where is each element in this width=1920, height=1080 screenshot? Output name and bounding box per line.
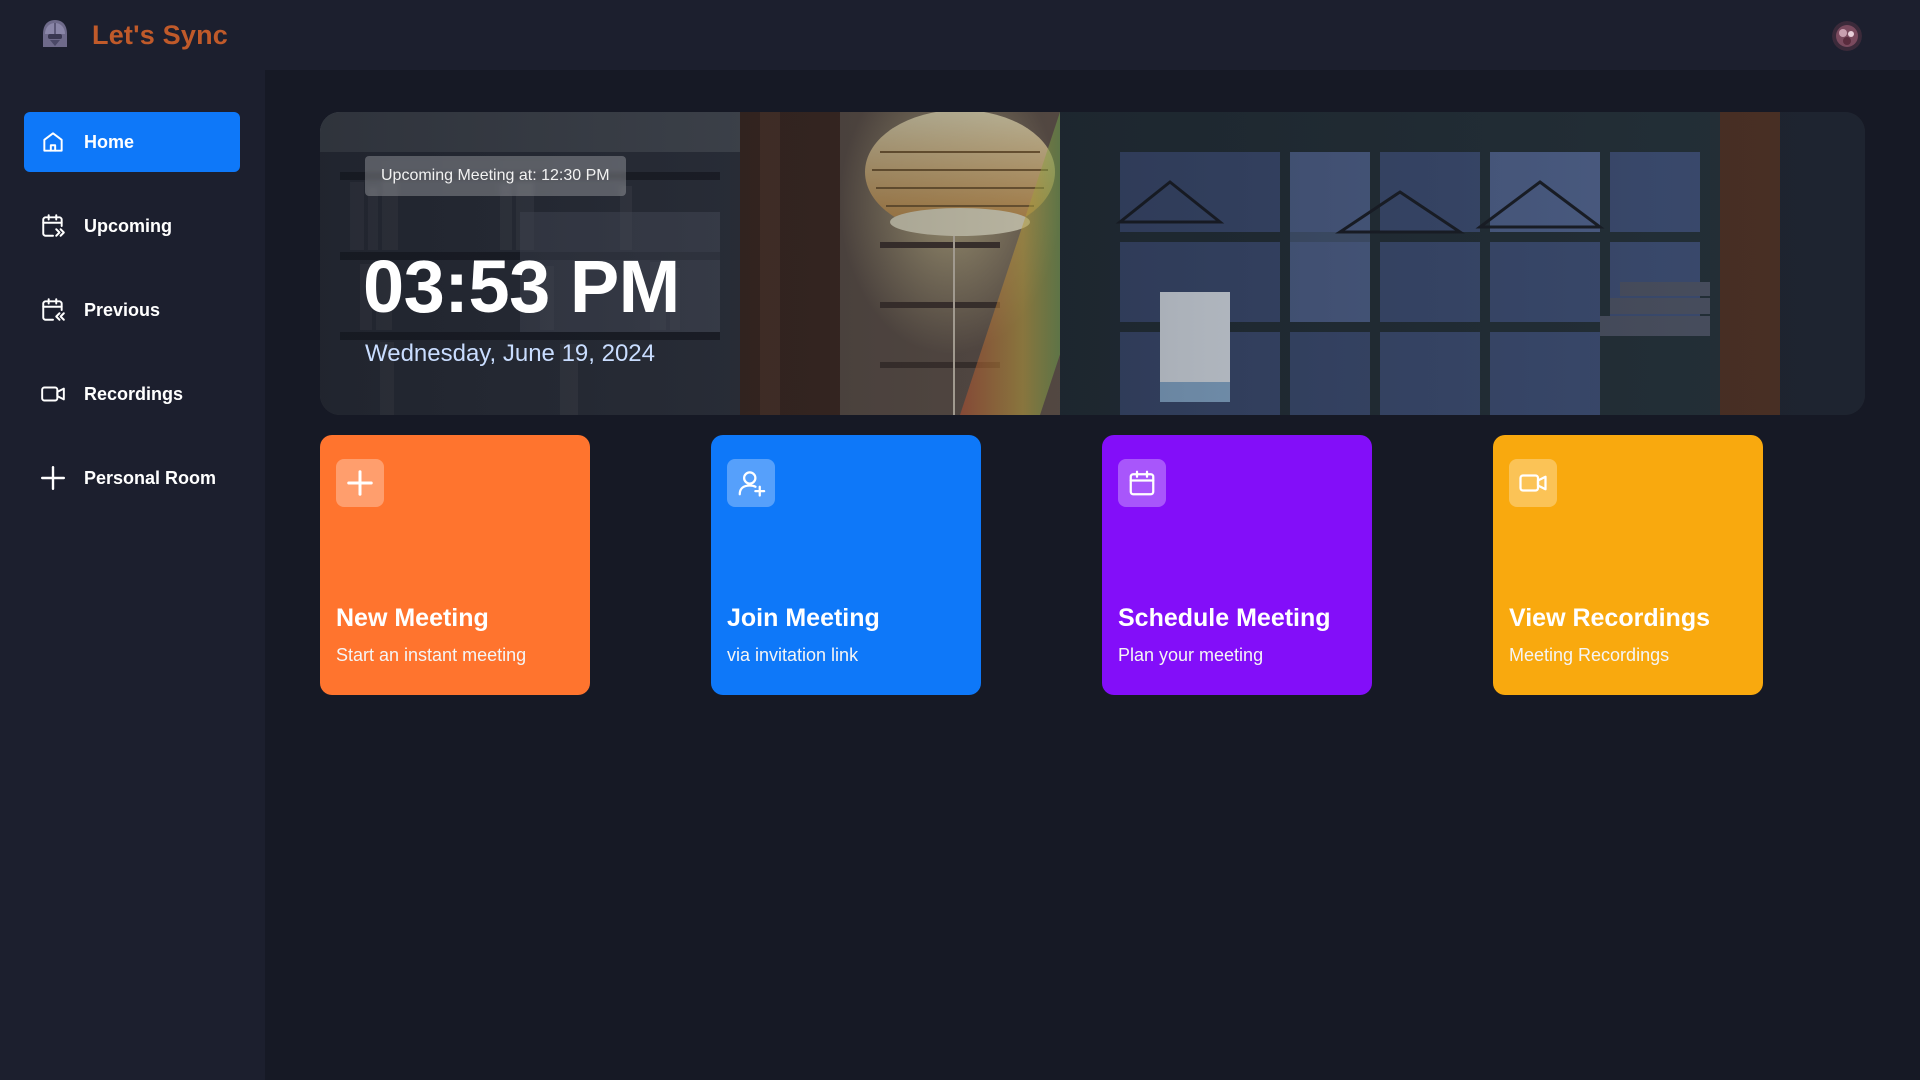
join-meeting-card[interactable]: Join Meeting via invitation link: [711, 435, 981, 695]
sidebar-item-recordings[interactable]: Recordings: [24, 364, 240, 424]
main-content: Upcoming Meeting at: 12:30 PM 03:53 PM W…: [265, 70, 1920, 1080]
video-icon: [1509, 459, 1557, 507]
sidebar-item-label: Previous: [84, 299, 161, 320]
calendar-previous-icon: [39, 296, 67, 324]
user-avatar-icon: [1832, 21, 1862, 51]
card-subtitle: Plan your meeting: [1118, 645, 1264, 665]
helmet-logo-icon: [43, 20, 67, 47]
sidebar-item-label: Upcoming: [84, 215, 172, 236]
view-recordings-card[interactable]: View Recordings Meeting Recordings: [1493, 435, 1763, 695]
calendar-upcoming-icon: [39, 212, 67, 240]
card-subtitle: Meeting Recordings: [1509, 645, 1670, 665]
user-avatar[interactable]: [1832, 21, 1862, 51]
sidebar-item-label: Recordings: [84, 383, 184, 404]
hero-banner: Upcoming Meeting at: 12:30 PM 03:53 PM W…: [320, 112, 1865, 415]
sidebar-item-upcoming[interactable]: Upcoming: [24, 196, 240, 256]
card-title: Schedule Meeting: [1118, 604, 1331, 632]
card-subtitle: via invitation link: [727, 645, 859, 665]
sidebar-item-home[interactable]: Home: [24, 112, 240, 172]
sidebar-item-label: Personal Room: [84, 467, 217, 488]
brand-name: Let's Sync: [92, 19, 228, 50]
current-date: Wednesday, June 19, 2024: [365, 340, 655, 367]
upcoming-meeting-badge: Upcoming Meeting at: 12:30 PM: [365, 156, 626, 196]
user-add-icon: [727, 459, 775, 507]
card-subtitle: Start an instant meeting: [336, 645, 527, 665]
sidebar-item-label: Home: [84, 131, 135, 152]
new-meeting-card[interactable]: New Meeting Start an instant meeting: [320, 435, 590, 695]
sidebar: Home Upcoming Previous Recordings Person…: [0, 70, 265, 1080]
card-title: View Recordings: [1509, 604, 1710, 632]
card-title: New Meeting: [336, 604, 489, 632]
calendar-icon: [1118, 459, 1166, 507]
sidebar-item-personal-room[interactable]: Personal Room: [24, 448, 240, 508]
plus-icon: [336, 459, 384, 507]
sidebar-item-previous[interactable]: Previous: [24, 280, 240, 340]
current-time: 03:53 PM: [363, 245, 680, 328]
top-navbar: Let's Sync: [0, 0, 1920, 70]
home-icon: [39, 128, 67, 156]
schedule-meeting-card[interactable]: Schedule Meeting Plan your meeting: [1102, 435, 1372, 695]
logo-link[interactable]: Let's Sync: [37, 17, 228, 53]
plus-icon: [39, 464, 67, 492]
video-icon: [39, 380, 67, 408]
action-cards: New Meeting Start an instant meeting Joi…: [320, 435, 1865, 695]
card-title: Join Meeting: [727, 604, 880, 632]
